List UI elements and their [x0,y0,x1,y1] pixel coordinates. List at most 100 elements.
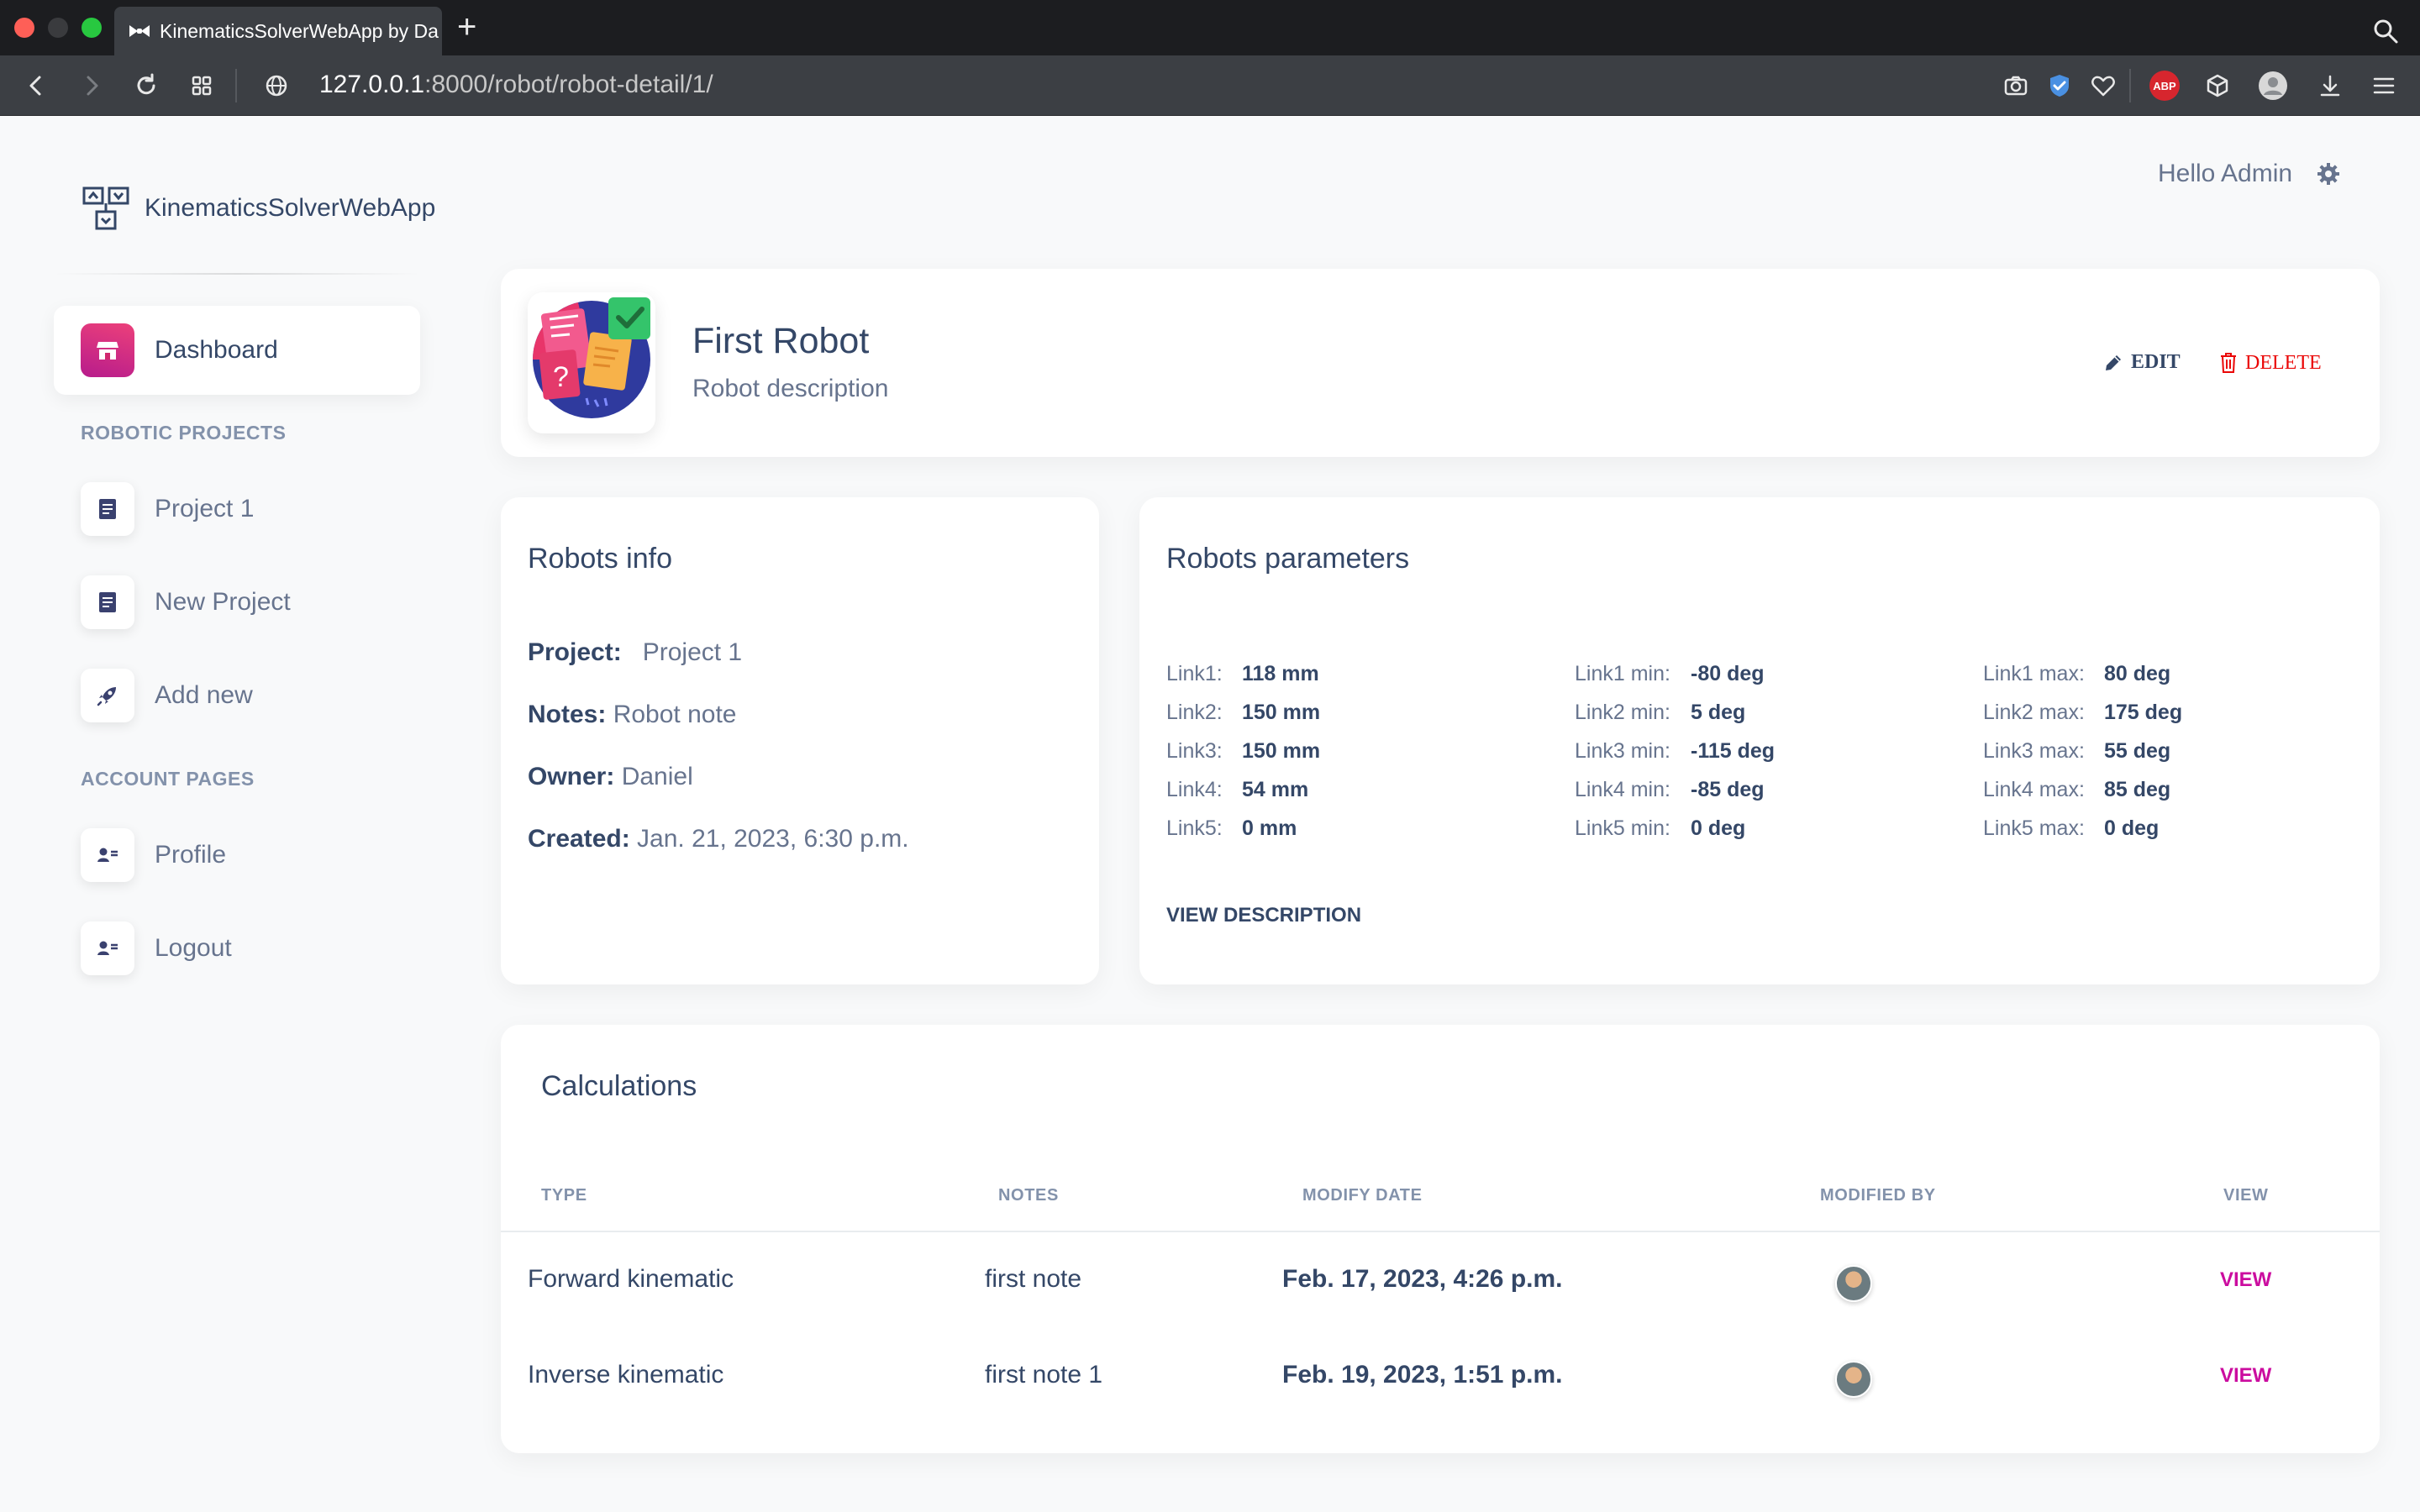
param-value: 54 mm [1242,778,1309,801]
robot-name: First Robot [692,321,870,361]
param-value: 5 deg [1691,701,1746,724]
param-label: Link1: [1166,662,1223,685]
user-profile-icon[interactable] [2257,70,2289,102]
param-value: 55 deg [2104,739,2171,763]
info-value: Project 1 [642,638,743,666]
new-tab-button[interactable]: + [457,10,476,44]
sidebar-item-new-project[interactable]: New Project [81,575,291,629]
download-icon[interactable] [2314,70,2346,102]
robot-header-card: ? First Robot Robot description EDIT DEL… [501,269,2380,457]
sidebar-item-project-1[interactable]: Project 1 [81,482,254,536]
info-value: Daniel [621,763,693,790]
edit-button[interactable]: EDIT [2102,351,2181,374]
param-label: Link4: [1166,778,1223,801]
window-zoom-button[interactable] [82,18,102,38]
window-close-button[interactable] [14,18,34,38]
section-title-projects: ROBOTIC PROJECTS [81,422,287,444]
param-value: 175 deg [2104,701,2183,724]
sidebar-item-label: New Project [155,588,291,616]
param-label: Link1 min: [1575,662,1670,685]
cell-notes: first note 1 [985,1361,1103,1389]
info-value: Jan. 21, 2023, 6:30 p.m. [637,825,909,853]
delete-button[interactable]: DELETE [2218,351,2322,375]
info-label: Notes: [528,701,607,728]
table-header-divider [501,1231,2380,1232]
column-header-modify-date[interactable]: MODIFY DATE [1302,1186,1423,1205]
back-arrow-icon[interactable] [20,70,52,102]
document-icon [81,482,134,536]
reload-icon[interactable] [130,70,162,102]
param-label: Link5 max: [1983,816,2085,840]
bowtie-favicon-icon [129,25,150,37]
param-value: -80 deg [1691,662,1765,685]
camera-icon[interactable] [2000,70,2032,102]
column-header-modified-by[interactable]: MODIFIED BY [1820,1186,1936,1205]
search-icon[interactable] [2371,17,2400,45]
param-value: 0 deg [1691,816,1746,840]
info-label: Project: [528,638,622,666]
brand-title: KinematicsSolverWebApp [145,194,436,222]
sidebar-item-add-new[interactable]: Add new [81,669,253,722]
sidebar-item-logout[interactable]: Logout [81,921,232,975]
tab-grid-icon[interactable] [186,70,218,102]
param-label: Link1 max: [1983,662,2085,685]
param-label: Link3 min: [1575,739,1670,763]
user-card-icon [81,921,134,975]
gear-icon[interactable] [2316,161,2341,186]
param-value: 150 mm [1242,701,1321,724]
url-host: 127.0.0.1 [319,71,425,98]
sidebar-item-label: Dashboard [155,336,278,364]
tab-title: KinematicsSolverWebApp by Da [160,19,439,42]
card-title: Calculations [541,1070,697,1102]
info-label: Owner: [528,763,615,790]
info-created-row: Created: Jan. 21, 2023, 6:30 p.m. [528,825,909,853]
sidebar-item-profile[interactable]: Profile [81,828,226,882]
menu-icon[interactable] [2368,70,2400,102]
edit-label: EDIT [2131,351,2181,373]
section-title-account: ACCOUNT PAGES [81,768,255,790]
param-label: Link5: [1166,816,1223,840]
rocket-icon [81,669,134,722]
info-value: Robot note [613,701,737,728]
cube-icon[interactable] [2202,70,2233,102]
window-minimize-button[interactable] [48,18,68,38]
param-label: Link3 max: [1983,739,2085,763]
browser-tab[interactable]: KinematicsSolverWebApp by Da [114,7,442,55]
param-label: Link3: [1166,739,1223,763]
info-label: Created: [528,825,630,853]
forward-arrow-icon[interactable] [76,70,108,102]
robot-avatar: ? [528,292,655,433]
shield-check-icon[interactable] [2044,70,2075,102]
param-value: 0 mm [1242,816,1297,840]
view-link[interactable]: VIEW [2220,1268,2271,1292]
brand[interactable]: KinematicsSolverWebApp [81,183,435,234]
view-link[interactable]: VIEW [2220,1364,2271,1388]
param-value: -85 deg [1691,778,1765,801]
param-label: Link4 min: [1575,778,1670,801]
info-project-row: Project: Project 1 [528,638,742,667]
trash-icon [2221,353,2236,373]
address-bar: 127.0.0.1:8000/robot/robot-detail/1/ ABP [0,55,2420,116]
sidebar-item-label: Project 1 [155,495,255,522]
column-header-notes[interactable]: NOTES [998,1186,1059,1205]
heart-icon[interactable] [2087,70,2119,102]
column-header-view[interactable]: VIEW [2223,1186,2269,1205]
greeting: Hello Admin [2158,160,2293,187]
cell-date: Feb. 17, 2023, 4:26 p.m. [1282,1265,1563,1293]
browser-tab-bar: KinematicsSolverWebApp by Da + [0,0,2420,55]
sidebar-divider [54,273,420,275]
sidebar-item-label: Add new [155,681,253,709]
sidebar-item-dashboard[interactable]: Dashboard [54,306,420,395]
delete-label: DELETE [2245,351,2322,374]
view-description-link[interactable]: VIEW DESCRIPTION [1166,904,1361,927]
globe-icon [266,75,287,97]
info-notes-row: Notes: Robot note [528,701,736,729]
column-header-type[interactable]: TYPE [541,1186,587,1205]
avatar [1835,1361,1872,1398]
param-label: Link2: [1166,701,1223,724]
param-value: 150 mm [1242,739,1321,763]
param-label: Link2 max: [1983,701,2085,724]
url-path: :8000/robot/robot-detail/1/ [424,71,713,98]
adblock-icon[interactable]: ABP [2149,71,2180,101]
url-field[interactable]: 127.0.0.1:8000/robot/robot-detail/1/ [319,71,713,99]
